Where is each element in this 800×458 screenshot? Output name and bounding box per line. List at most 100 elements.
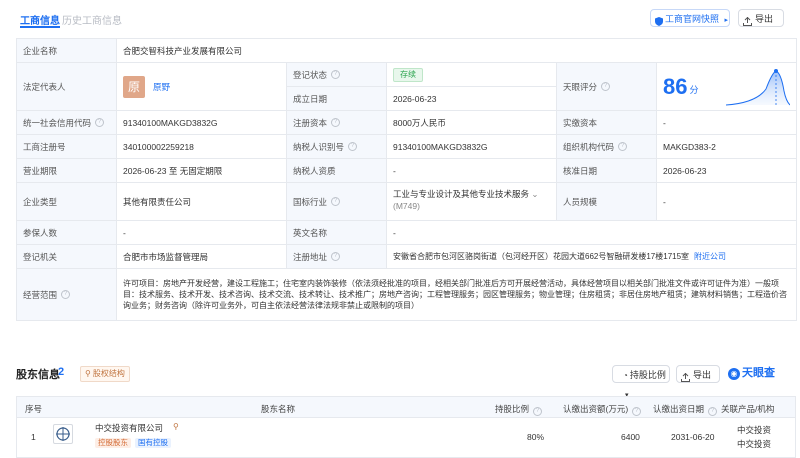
taxpayer-qual-value: - (387, 159, 557, 183)
equity-structure-tag[interactable]: ⚲ 股权结构 (80, 366, 130, 382)
shield-icon (655, 14, 663, 26)
brand-eye-icon: ◉ (728, 368, 740, 380)
help-icon[interactable]: ? (632, 407, 642, 416)
credit-code-value: 91340100MAKGD3832G (117, 111, 287, 135)
status-cell: 存续 (387, 63, 557, 87)
staff-label: 人员规模 (557, 183, 657, 221)
approved-label: 核准日期 (557, 159, 657, 183)
tab-business-info[interactable]: 工商信息 (20, 12, 60, 28)
scope-value: 许可项目：房地产开发经营，建设工程施工；住宅室内装饰装修（依法须经批准的项目，经… (117, 269, 797, 321)
scope-label: 经营范围 (23, 289, 58, 300)
insured-label: 参保人数 (17, 221, 117, 245)
nearby-companies-link[interactable]: 附近公司 (694, 251, 726, 263)
staff-value: - (657, 183, 797, 221)
help-icon[interactable]: ? (331, 197, 341, 206)
score-unit: 分 (689, 84, 699, 95)
related-product-link[interactable]: 中交投资 (737, 424, 771, 436)
org-code-value: MAKGD383-2 (657, 135, 797, 159)
company-logo-icon (53, 424, 73, 444)
company-name-label: 企业名称 (17, 39, 117, 63)
col-ratio-label: 持股比例 (495, 404, 530, 414)
subscribed-date: 2031-06-20 (671, 432, 715, 442)
subscribed-amount: 6400 (621, 432, 640, 442)
help-icon[interactable]: ? (331, 252, 341, 261)
status-label: 登记状态 (293, 69, 328, 80)
taxpayer-id-value: 91340100MAKGD3832G (387, 135, 557, 159)
equity-structure-label: 股权结构 (92, 369, 125, 378)
help-icon[interactable]: ? (533, 407, 543, 416)
controlling-shareholder-tag: 控股股东 (95, 438, 131, 448)
top-tab-bar: 工商信息 历史工商信息 工商官网快照 ▸ 导出 (0, 0, 800, 36)
help-icon[interactable]: ? (348, 142, 358, 151)
brand-name: 天眼查 (742, 367, 775, 379)
shareholder-table-header: 序号 股东名称 持股比例? 认缴出资额(万元)? 认缴出资日期? 关联产品/机构 (16, 396, 796, 418)
shareholder-name-link[interactable]: 中交投资有限公司 (95, 422, 163, 434)
business-info-table: 企业名称 合肥交智科技产业发展有限公司 法定代表人 原 原野 登记状态? 存续 … (16, 38, 797, 321)
export-icon (681, 370, 690, 382)
established-value: 2026-06-23 (387, 87, 557, 111)
industry-label-cell: 国标行业? (287, 183, 387, 221)
score-label: 天眼评分 (563, 81, 598, 92)
structure-icon: ⚲ (85, 369, 91, 378)
share-ratio: 80% (527, 432, 545, 442)
industry-cell: 工业与专业设计及其他专业技术服务 ⌄ (M749) (387, 183, 557, 221)
sort-icon: ◔ (623, 371, 628, 380)
shareholder-export-button[interactable]: 导出 (676, 365, 720, 383)
avatar: 原 (123, 75, 145, 98)
score-curve-icon (726, 69, 790, 106)
reg-no-label: 工商注册号 (17, 135, 117, 159)
export-button[interactable]: 导出 (738, 9, 784, 27)
english-label: 英文名称 (287, 221, 387, 245)
official-snapshot-button[interactable]: 工商官网快照 ▸ (650, 9, 730, 27)
term-label: 营业期限 (17, 159, 117, 183)
help-icon[interactable]: ? (331, 70, 341, 79)
score-label-cell: 天眼评分? (557, 63, 657, 111)
legal-rep-link[interactable]: 原野 (153, 81, 170, 93)
play-icon: ▸ (724, 17, 729, 24)
sort-by-ratio-button[interactable]: ◔持股比例▾ (612, 365, 670, 399)
english-value: - (387, 221, 797, 245)
help-icon[interactable]: ? (618, 142, 628, 151)
col-related: 关联产品/机构 (721, 404, 775, 414)
col-ratio[interactable]: 持股比例? (495, 403, 543, 416)
help-icon[interactable]: ? (331, 118, 341, 127)
authority-label: 登记机关 (17, 245, 117, 269)
authority-value: 合肥市市场监督管理局 (117, 245, 287, 269)
tianyancha-logo: ◉ 天眼查 (728, 364, 775, 382)
status-label-cell: 登记状态? (287, 63, 387, 87)
col-date-label: 认缴出资日期 (653, 404, 705, 414)
col-date[interactable]: 认缴出资日期? (653, 403, 718, 416)
taxpayer-qual-label: 纳税人资质 (287, 159, 387, 183)
industry-value: 工业与专业设计及其他专业技术服务 (393, 189, 530, 199)
tab-history-business-info[interactable]: 历史工商信息 (62, 12, 122, 27)
col-amount[interactable]: 认缴出资额(万元)? (563, 403, 642, 416)
insured-value: - (117, 221, 287, 245)
score-cell[interactable]: 86 分 (657, 63, 797, 111)
scope-label-cell: 经营范围? (17, 269, 117, 321)
paid-capital-label: 实缴资本 (557, 111, 657, 135)
established-label: 成立日期 (287, 87, 387, 111)
chevron-down-icon[interactable]: ⌄ (531, 189, 538, 199)
shareholder-export-label: 导出 (693, 370, 712, 380)
approved-value: 2026-06-23 (657, 159, 797, 183)
reg-capital-label: 注册资本 (293, 117, 328, 128)
shareholder-count: 2 (58, 366, 65, 378)
help-icon[interactable]: ? (95, 118, 105, 127)
row-index: 1 (31, 432, 36, 442)
related-product-link[interactable]: 中交投资 (737, 438, 771, 450)
table-row[interactable]: 1 中交投资有限公司 ⚲ 控股股东 国有控股 80% 6400 2031-06-… (16, 418, 796, 458)
company-name-value: 合肥交智科技产业发展有限公司 (117, 39, 797, 63)
taxpayer-id-label: 纳税人识别号 (293, 141, 345, 152)
paid-capital-value: - (657, 111, 797, 135)
help-icon[interactable]: ? (61, 290, 71, 299)
help-icon[interactable]: ? (601, 82, 611, 91)
help-icon[interactable]: ? (708, 407, 718, 416)
term-value: 2026-06-23 至 无固定期限 (117, 159, 287, 183)
official-snapshot-label: 工商官网快照 (665, 14, 720, 24)
export-icon (743, 14, 752, 26)
type-label: 企业类型 (17, 183, 117, 221)
org-code-label: 组织机构代码 (563, 141, 615, 152)
credit-code-label: 统一社会信用代码 (23, 117, 92, 128)
export-label: 导出 (755, 14, 774, 24)
reg-capital-value: 8000万人民币 (387, 111, 557, 135)
